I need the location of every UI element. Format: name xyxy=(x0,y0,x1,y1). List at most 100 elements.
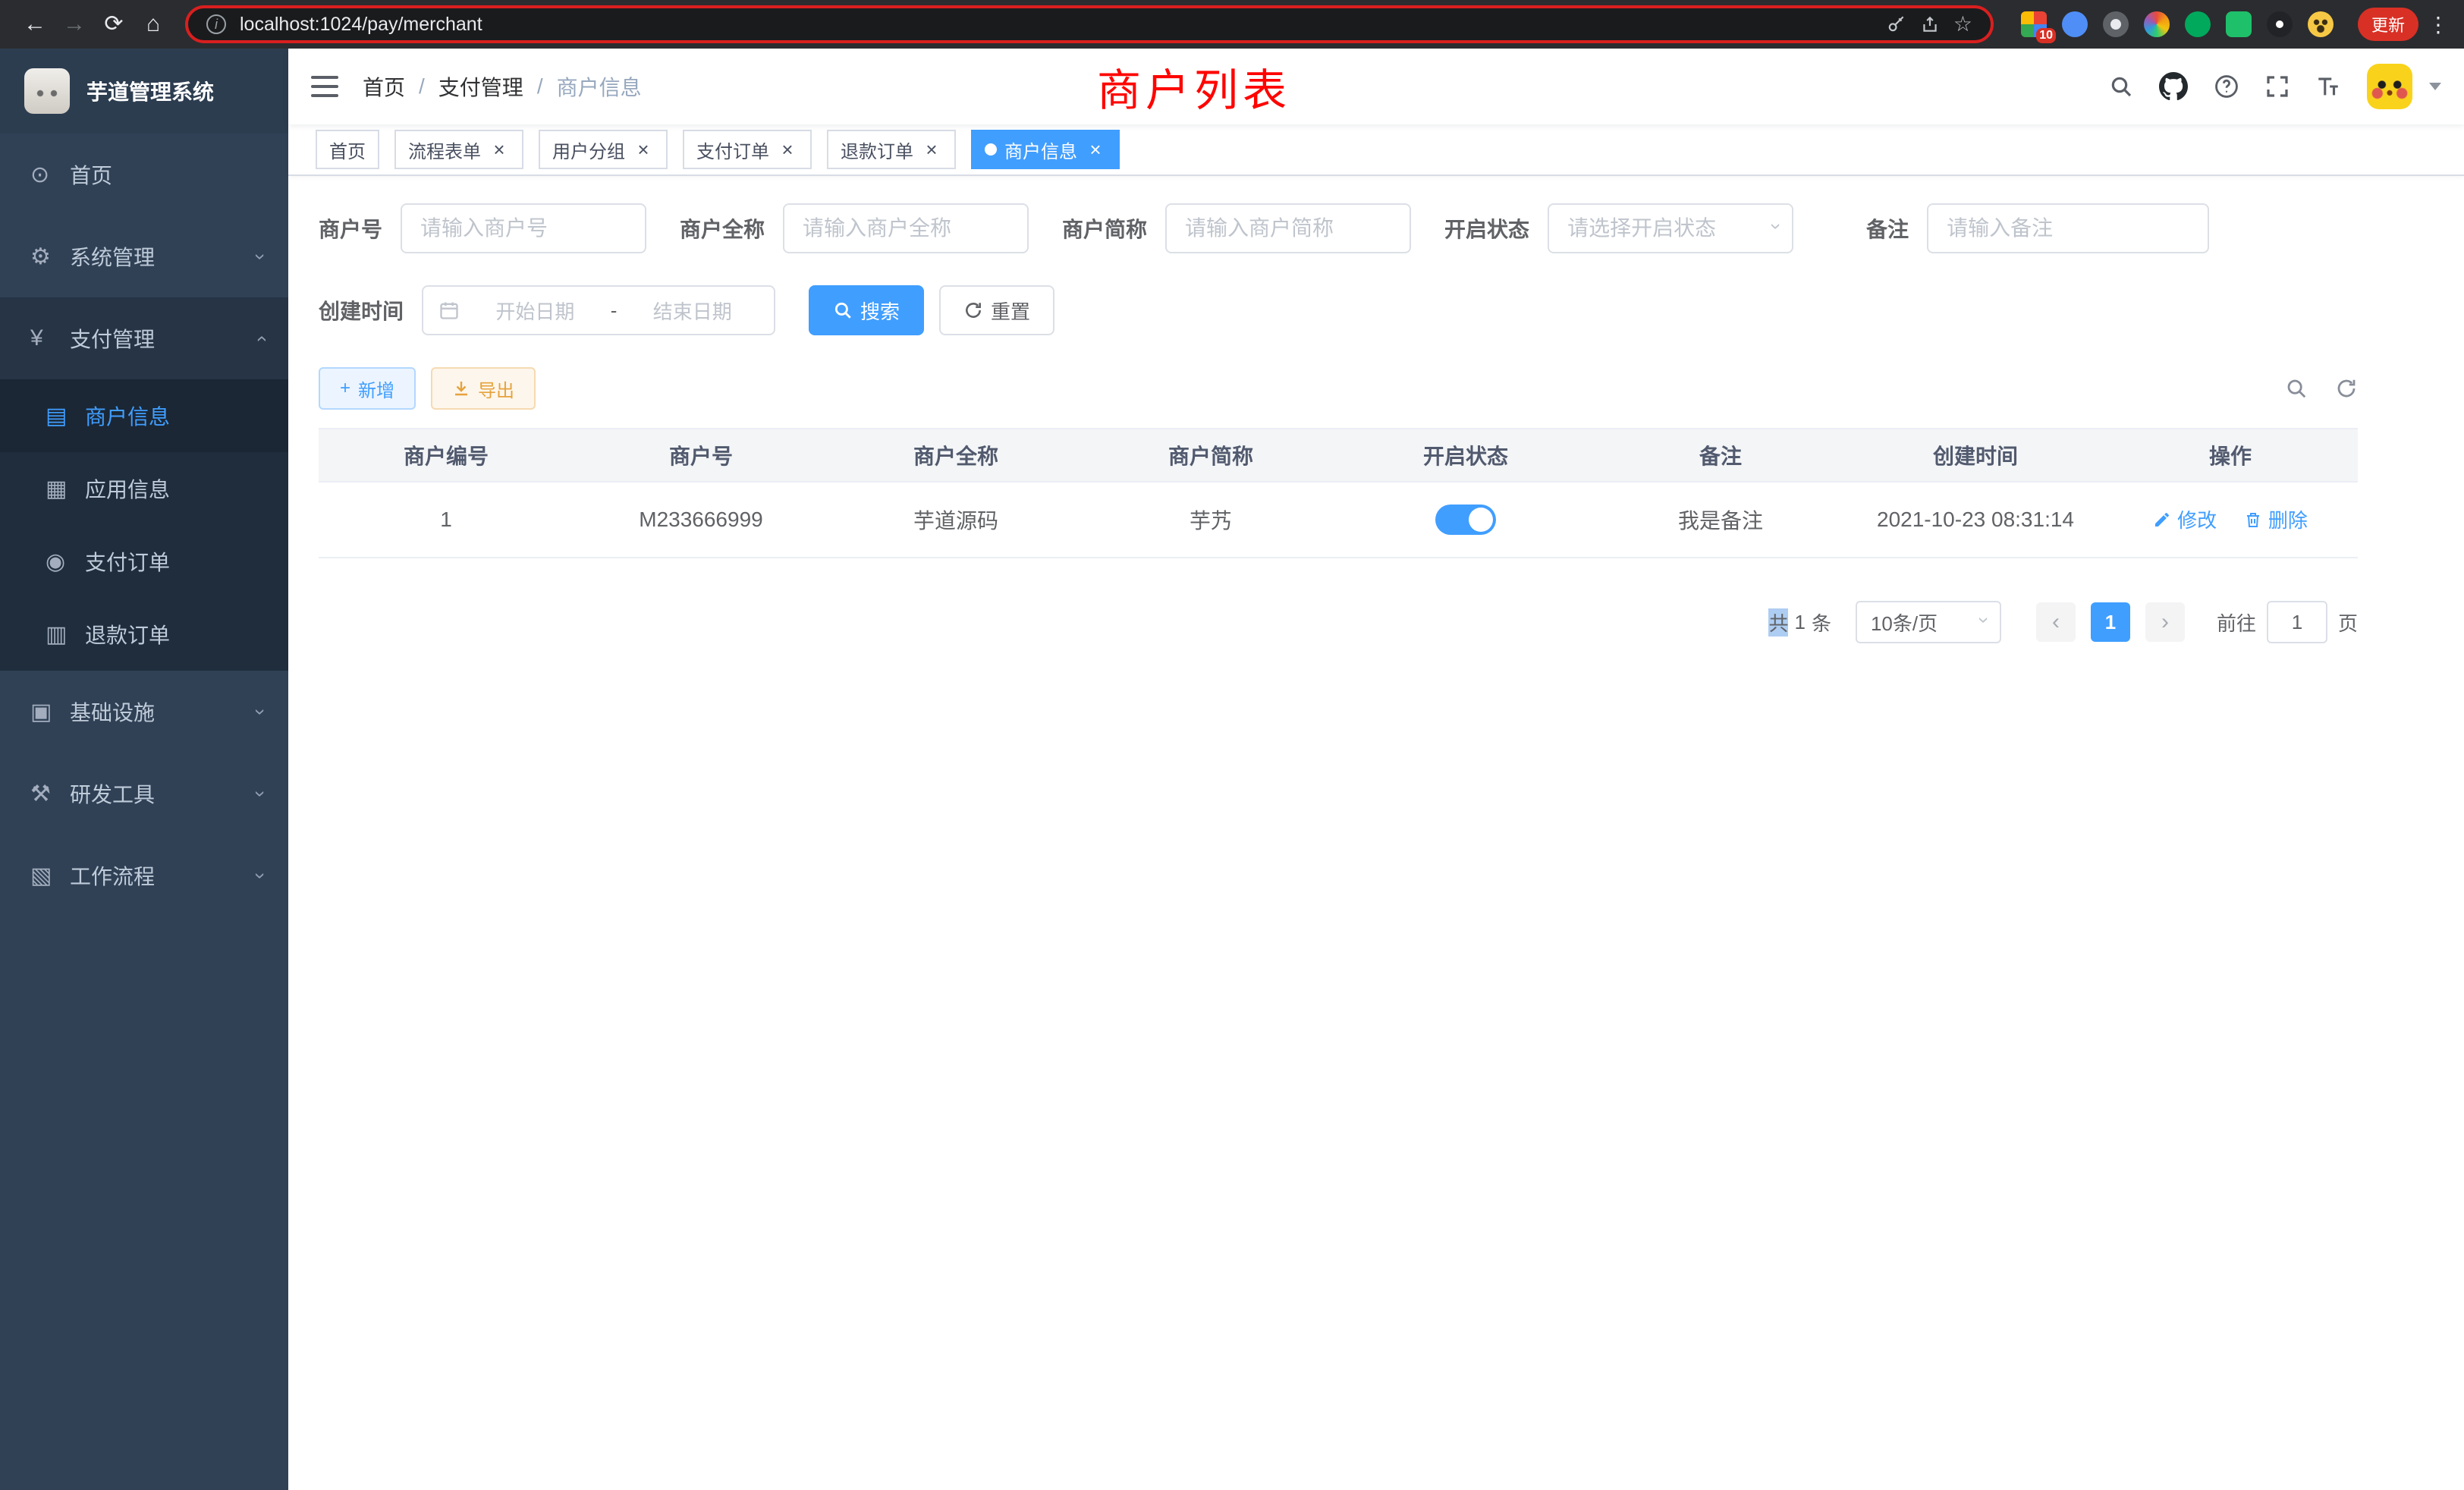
reset-button[interactable]: 重置 xyxy=(939,285,1054,335)
user-avatar[interactable] xyxy=(2367,64,2412,109)
sidebar-item-label: 研发工具 xyxy=(70,778,257,809)
start-date-placeholder[interactable]: 开始日期 xyxy=(469,297,602,325)
merchant-no-input[interactable] xyxy=(401,203,646,253)
chevron-down-icon: › xyxy=(249,872,272,879)
tab-payment-orders[interactable]: 支付订单 × xyxy=(683,130,812,169)
extension-blue-icon[interactable] xyxy=(2062,11,2088,37)
extension-pinwheel-icon[interactable] xyxy=(2267,11,2293,37)
active-dot xyxy=(985,143,997,156)
status-toggle[interactable] xyxy=(1435,505,1496,535)
sidebar-item-workflow[interactable]: ▧ 工作流程 › xyxy=(0,835,288,916)
date-range-picker[interactable]: 开始日期 - 结束日期 xyxy=(422,285,775,335)
refresh-icon[interactable] xyxy=(2335,377,2358,400)
col-actions: 操作 xyxy=(2103,429,2358,482)
col-full-name: 商户全称 xyxy=(828,429,1083,482)
sidebar-item-label: 商户信息 xyxy=(85,401,264,431)
extension-avatar-icon[interactable] xyxy=(2308,11,2334,37)
payment-submenu: ▤ 商户信息 ▦ 应用信息 ◉ 支付订单 ▥ 退款订单 xyxy=(0,379,288,671)
tab-home[interactable]: 首页 xyxy=(316,130,379,169)
filter-label: 开启状态 xyxy=(1444,213,1529,244)
password-key-icon[interactable] xyxy=(1887,14,1906,34)
sidebar-item-devtools[interactable]: ⚒ 研发工具 › xyxy=(0,753,288,835)
tab-refund-orders[interactable]: 退款订单 × xyxy=(827,130,956,169)
grid-icon: ▦ xyxy=(46,476,85,502)
font-size-icon[interactable] xyxy=(2315,74,2341,99)
breadcrumb-home[interactable]: 首页 xyxy=(363,71,405,102)
extension-grid-icon[interactable]: 10 xyxy=(2021,11,2047,37)
pencil-icon xyxy=(2153,511,2171,529)
page-1-button[interactable]: 1 xyxy=(2091,602,2130,642)
table-row: 1 M233666999 芋道源码 芋艿 我是备注 2021-10-23 08:… xyxy=(319,482,2358,558)
next-page-button[interactable]: › xyxy=(2145,602,2185,642)
briefcase-icon: ▧ xyxy=(30,863,70,889)
close-icon[interactable]: × xyxy=(489,139,510,160)
add-button-label: 新增 xyxy=(358,376,394,402)
tab-label: 商户信息 xyxy=(1004,137,1077,163)
col-short-name: 商户简称 xyxy=(1083,429,1338,482)
goto-page-input[interactable] xyxy=(2267,601,2327,643)
browser-back-icon[interactable]: ← xyxy=(15,0,55,49)
page-info-icon[interactable]: i xyxy=(206,14,226,34)
search-icon[interactable] xyxy=(2109,74,2133,99)
sidebar-item-merchant-info[interactable]: ▤ 商户信息 xyxy=(0,379,288,452)
sidebar-item-app-info[interactable]: ▦ 应用信息 xyxy=(0,452,288,525)
browser-update-button[interactable]: 更新 xyxy=(2358,8,2418,41)
extension-rainbow-icon[interactable] xyxy=(2144,11,2170,37)
browser-menu-icon[interactable]: ⋮ xyxy=(2428,12,2449,37)
sidebar-toggle-icon[interactable] xyxy=(311,76,338,97)
toggle-search-icon[interactable] xyxy=(2285,377,2308,400)
extensions-area: 10 xyxy=(2021,11,2334,37)
goto-label: 前往 xyxy=(2217,608,2256,637)
filter-row-2: 创建时间 开始日期 - 结束日期 搜索 重置 xyxy=(319,285,2358,335)
export-button-label: 导出 xyxy=(478,376,514,402)
sidebar-item-payment[interactable]: ¥ 支付管理 › xyxy=(0,297,288,379)
extension-green-icon[interactable] xyxy=(2185,11,2211,37)
sidebar-menu: ⊙ 首页 ⚙ 系统管理 › ¥ 支付管理 › ▤ 商户信息 ▦ 应用信 xyxy=(0,134,288,916)
close-icon[interactable]: × xyxy=(633,139,654,160)
breadcrumb-payment[interactable]: 支付管理 xyxy=(438,71,523,102)
delete-link[interactable]: 删除 xyxy=(2244,505,2308,533)
add-button[interactable]: + 新增 xyxy=(319,367,416,410)
end-date-placeholder[interactable]: 结束日期 xyxy=(626,297,759,325)
tab-process-form[interactable]: 流程表单 × xyxy=(394,130,523,169)
close-icon[interactable]: × xyxy=(777,139,798,160)
page-size-select[interactable]: 10条/页 › xyxy=(1856,601,2001,643)
browser-reload-icon[interactable]: ⟳ xyxy=(94,0,134,49)
full-name-input[interactable] xyxy=(783,203,1029,253)
fullscreen-icon[interactable] xyxy=(2265,74,2290,99)
close-icon[interactable]: × xyxy=(1085,139,1106,160)
filter-label: 商户简称 xyxy=(1062,213,1147,244)
sidebar-item-infrastructure[interactable]: ▣ 基础设施 › xyxy=(0,671,288,753)
share-icon[interactable] xyxy=(1920,14,1940,34)
edit-link[interactable]: 修改 xyxy=(2153,505,2217,533)
top-navbar: 首页 / 支付管理 / 商户信息 xyxy=(288,49,2464,124)
short-name-input[interactable] xyxy=(1165,203,1411,253)
sidebar-item-payment-orders[interactable]: ◉ 支付订单 xyxy=(0,525,288,598)
delete-link-label: 删除 xyxy=(2268,505,2308,533)
remark-input[interactable] xyxy=(1927,203,2209,253)
address-bar[interactable]: i localhost:1024/pay/merchant ☆ xyxy=(185,5,1994,43)
tab-merchant-info[interactable]: 商户信息 × xyxy=(971,130,1120,169)
url-text[interactable]: localhost:1024/pay/merchant xyxy=(240,14,1873,36)
status-select[interactable]: › xyxy=(1548,203,1793,253)
avatar-caret-icon[interactable] xyxy=(2429,83,2441,90)
sidebar-item-home[interactable]: ⊙ 首页 xyxy=(0,134,288,215)
sidebar-item-refund-orders[interactable]: ▥ 退款订单 xyxy=(0,598,288,671)
extension-dark-icon[interactable] xyxy=(2103,11,2129,37)
reset-button-label: 重置 xyxy=(991,297,1030,325)
prev-page-button[interactable]: ‹ xyxy=(2036,602,2076,642)
search-button[interactable]: 搜索 xyxy=(809,285,924,335)
filter-create-time: 创建时间 开始日期 - 结束日期 xyxy=(319,285,775,335)
browser-forward-icon[interactable]: → xyxy=(55,0,94,49)
export-button[interactable]: 导出 xyxy=(431,367,536,410)
tab-user-group[interactable]: 用户分组 × xyxy=(539,130,668,169)
status-select-input[interactable] xyxy=(1548,203,1793,253)
bookmark-star-icon[interactable]: ☆ xyxy=(1953,14,1972,35)
extension-greensquare-icon[interactable] xyxy=(2226,11,2252,37)
help-icon[interactable] xyxy=(2214,74,2239,99)
github-icon[interactable] xyxy=(2159,72,2188,101)
sidebar-item-system[interactable]: ⚙ 系统管理 › xyxy=(0,215,288,297)
close-icon[interactable]: × xyxy=(921,139,942,160)
search-button-label: 搜索 xyxy=(860,297,900,325)
browser-home-icon[interactable]: ⌂ xyxy=(134,0,173,49)
